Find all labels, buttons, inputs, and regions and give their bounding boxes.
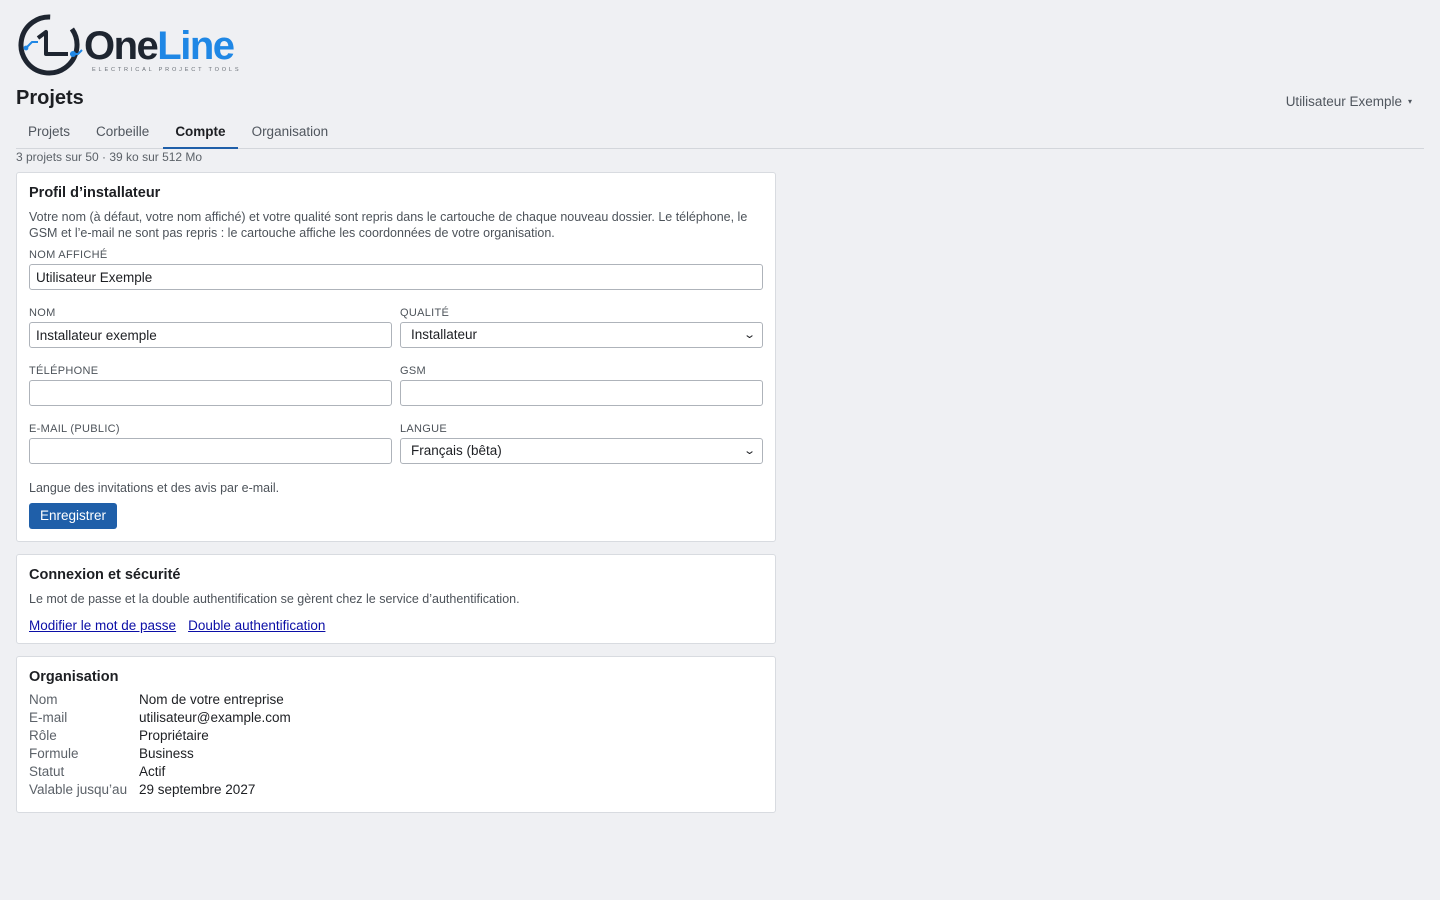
security-links: Modifier le mot de passe Double authenti… <box>29 618 763 633</box>
security-card-title: Connexion et sécurité <box>29 567 181 583</box>
language-hint: Langue des invitations et des avis par e… <box>29 481 280 495</box>
language-label: Langue <box>400 423 448 435</box>
svg-text:OneLine: OneLine <box>84 24 234 68</box>
org-value: Nom de votre entreprise <box>139 692 284 707</box>
quality-label: Qualité <box>400 307 450 319</box>
chevron-down-icon: ⌄ <box>742 329 756 341</box>
org-key: Statut <box>29 764 65 779</box>
org-row-valid-until: Valable jusqu’au 29 septembre 2027 <box>29 781 763 799</box>
org-row-role: Rôle Propriétaire <box>29 727 763 745</box>
logo-mark-icon <box>18 14 83 76</box>
display-name-label: Nom affiché <box>29 249 108 261</box>
security-card: Connexion et sécurité Le mot de passe et… <box>16 554 776 644</box>
org-key: Rôle <box>29 728 57 743</box>
email-label: E-mail (public) <box>29 423 120 435</box>
gsm-group: GSM <box>400 365 763 406</box>
page-title: Projets <box>16 87 84 109</box>
org-value: 29 septembre 2027 <box>139 782 256 797</box>
caret-down-icon: ▾ <box>1407 97 1412 106</box>
org-value: Propriétaire <box>139 728 209 743</box>
org-value: Business <box>139 746 194 761</box>
name-label: Nom <box>29 307 56 319</box>
org-key: Valable jusqu’au <box>29 782 128 797</box>
oneline-logo: OneLine ELECTRICAL PROJECT TOOLS <box>18 14 241 76</box>
profile-card-title: Profil d’installateur <box>29 185 161 201</box>
org-row-plan: Formule Business <box>29 745 763 763</box>
org-key: Nom <box>29 692 58 707</box>
org-row-name: Nom Nom de votre entreprise <box>29 691 763 709</box>
email-input[interactable] <box>29 438 392 464</box>
save-button[interactable]: Enregistrer <box>29 503 118 529</box>
two-factor-link[interactable]: Double authentification <box>188 618 325 633</box>
security-description: Le mot de passe et la double authentific… <box>29 592 520 606</box>
change-password-link[interactable]: Modifier le mot de passe <box>29 618 176 633</box>
tab-organisation[interactable]: Organisation <box>240 120 341 148</box>
user-menu-name: Utilisateur Exemple <box>1285 94 1402 109</box>
tab-bar: Projets Corbeille Compte Organisation <box>16 120 1424 149</box>
organisation-card: Organisation Nom Nom de votre entreprise… <box>16 656 776 813</box>
gsm-label: GSM <box>400 365 426 377</box>
org-key: E-mail <box>29 710 68 725</box>
phone-input[interactable] <box>29 380 392 406</box>
user-menu[interactable]: Utilisateur Exemple ▾ <box>1286 94 1412 109</box>
chevron-down-icon: ⌄ <box>742 445 756 457</box>
logo-text-one: One <box>84 24 158 68</box>
language-select[interactable]: Français (bêta) ⌄ <box>400 438 763 464</box>
org-value: utilisateur@example.com <box>139 710 291 725</box>
quality-select-value: Installateur <box>411 327 478 342</box>
language-group: Langue Français (bêta) ⌄ <box>400 423 763 464</box>
phone-group: Téléphone <box>29 365 392 406</box>
name-group: Nom <box>29 307 392 348</box>
org-key: Formule <box>29 746 79 761</box>
display-name-input[interactable] <box>29 264 763 290</box>
org-row-status: Statut Actif <box>29 763 763 781</box>
org-value: Actif <box>139 764 166 779</box>
profile-description: Votre nom (à défaut, votre nom affiché) … <box>29 210 748 240</box>
profile-card: Profil d’installateur Votre nom (à défau… <box>16 172 776 542</box>
gsm-input[interactable] <box>400 380 763 406</box>
name-input[interactable] <box>29 322 392 348</box>
language-select-value: Français (bêta) <box>411 443 502 458</box>
quality-select[interactable]: Installateur ⌄ <box>400 322 763 348</box>
organisation-details: Nom Nom de votre entreprise E-mail utili… <box>29 691 763 799</box>
tab-compte[interactable]: Compte <box>163 120 238 149</box>
quality-group: Qualité Installateur ⌄ <box>400 307 763 348</box>
org-row-email: E-mail utilisateur@example.com <box>29 709 763 727</box>
tab-corbeille[interactable]: Corbeille <box>84 120 161 148</box>
quota-status: 3 projets sur 50 · 39 ko sur 512 Mo <box>16 150 203 164</box>
tab-projets[interactable]: Projets <box>16 120 82 148</box>
logo-tagline: ELECTRICAL PROJECT TOOLS <box>92 67 241 73</box>
organisation-card-title: Organisation <box>29 669 119 685</box>
logo-text-line: Line <box>157 24 233 68</box>
display-name-group: Nom affiché <box>29 249 763 290</box>
phone-label: Téléphone <box>29 365 99 377</box>
email-group: E-mail (public) <box>29 423 392 464</box>
